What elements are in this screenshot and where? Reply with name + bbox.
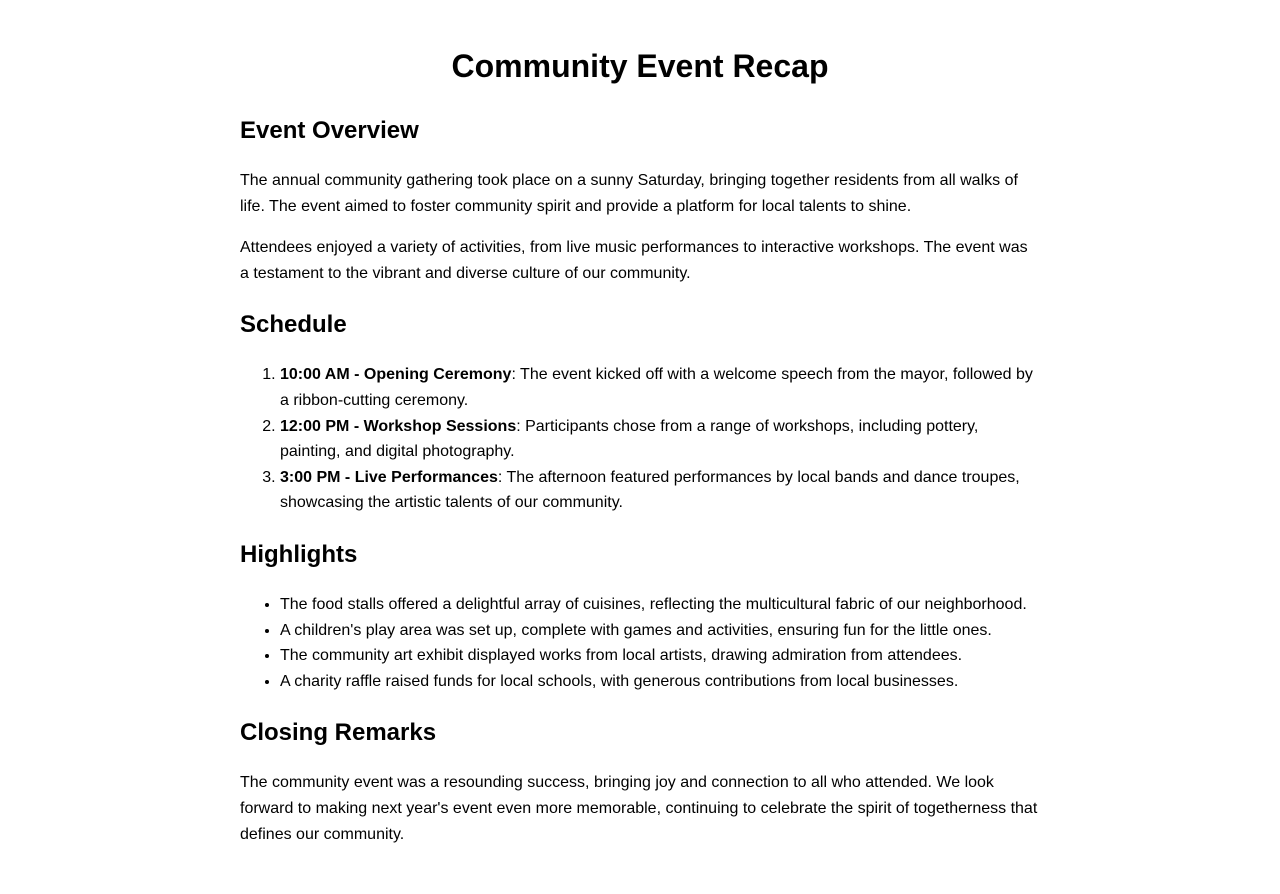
event-overview-section: Event Overview The annual community gath… [240,116,1040,286]
highlight-item: The community art exhibit displayed work… [280,643,1040,669]
highlight-item: A charity raffle raised funds for local … [280,669,1040,695]
highlight-item: The food stalls offered a delightful arr… [280,592,1040,618]
closing-paragraph: The community event was a resounding suc… [240,774,1038,843]
section-heading-highlights: Highlights [240,540,358,568]
overview-paragraph: The annual community gathering took plac… [240,172,1018,215]
schedule-item: 10:00 AM - Opening Ceremony: The event k… [280,362,1040,413]
document-page: Community Event Recap Event Overview The… [240,0,1040,847]
highlights-section: Highlights The food stalls offered a del… [240,540,1040,694]
schedule-item: 3:00 PM - Live Performances: The afterno… [280,465,1040,516]
highlight-item: A children's play area was set up, compl… [280,618,1040,644]
section-heading-schedule: Schedule [240,311,347,339]
section-heading-closing: Closing Remarks [240,719,437,747]
schedule-item-title: 10:00 AM - Opening Ceremony [280,366,512,384]
schedule-item: 12:00 PM - Workshop Sessions: Participan… [280,414,1040,465]
highlights-list: The food stalls offered a delightful arr… [240,592,1040,694]
schedule-item-title: 3:00 PM - Live Performances [280,468,498,486]
overview-paragraph: Attendees enjoyed a variety of activitie… [240,239,1028,282]
section-heading-overview: Event Overview [240,117,419,144]
page-title: Community Event Recap [451,48,829,84]
schedule-item-title: 12:00 PM - Workshop Sessions [280,417,517,435]
schedule-list: 10:00 AM - Opening Ceremony: The event k… [240,362,1040,516]
closing-remarks-section: Closing Remarks The community event was … [240,718,1040,847]
schedule-section: Schedule 10:00 AM - Opening Ceremony: Th… [240,310,1040,516]
